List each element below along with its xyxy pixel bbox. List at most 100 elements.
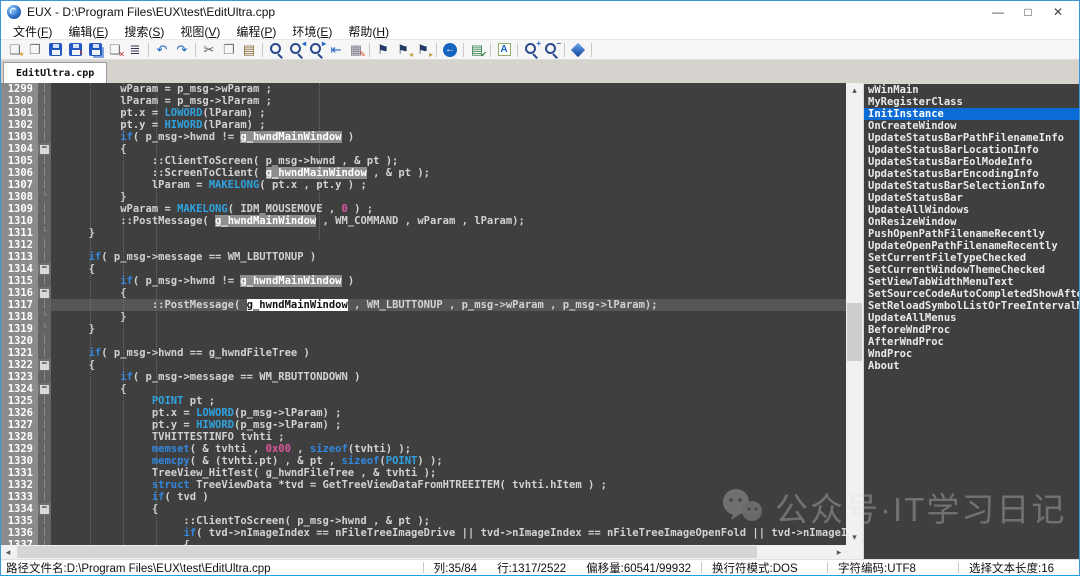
- code-text[interactable]: {: [51, 287, 846, 299]
- code-text[interactable]: wParam = MAKELONG( IDM_MOUSEMOVE , 0 ) ;: [51, 203, 846, 215]
- menu-item-env[interactable]: 环境(E): [284, 23, 340, 40]
- code-line[interactable]: 1304− {: [1, 143, 846, 155]
- scroll-up-arrow-icon[interactable]: ▴: [846, 83, 863, 98]
- find-next-button[interactable]: ▸: [306, 41, 326, 59]
- function-list-item[interactable]: UpdateStatusBarLocationInfo: [864, 144, 1079, 156]
- code-line[interactable]: 1331│ TreeView_HitTest( g_hwndFileTree ,…: [1, 467, 846, 479]
- menu-item-help[interactable]: 帮助(H): [340, 23, 397, 40]
- horizontal-scroll-thumb[interactable]: [17, 546, 757, 558]
- vertical-scroll-track[interactable]: [846, 98, 863, 530]
- copy-button[interactable]: ❐: [219, 41, 239, 59]
- code-text[interactable]: ::ClientToScreen( p_msg->hwnd , & pt );: [51, 155, 846, 167]
- code-line[interactable]: 1306│ ::ScreenToClient( g_hwndMainWindow…: [1, 167, 846, 179]
- save-all-button[interactable]: [85, 41, 105, 59]
- code-line[interactable]: 1314− {: [1, 263, 846, 275]
- menu-item-edit[interactable]: 编辑(E): [60, 23, 116, 40]
- code-text[interactable]: wParam = p_msg->wParam ;: [51, 83, 846, 95]
- code-line[interactable]: 1334− {: [1, 503, 846, 515]
- fold-marker[interactable]: −: [38, 263, 51, 275]
- zoom-out-button[interactable]: −: [541, 41, 561, 59]
- code-text[interactable]: TreeView_HitTest( g_hwndFileTree , & tvh…: [51, 467, 846, 479]
- code-line[interactable]: 1332│ struct TreeViewData *tvd = GetTree…: [1, 479, 846, 491]
- function-list-item[interactable]: UpdateStatusBarEncodingInfo: [864, 168, 1079, 180]
- function-list-item[interactable]: UpdateStatusBarEolModeInfo: [864, 156, 1079, 168]
- function-list-item[interactable]: SetReloadSymbolListOrTreeIntervalMenu: [864, 300, 1079, 312]
- code-line[interactable]: 1309│ wParam = MAKELONG( IDM_MOUSEMOVE ,…: [1, 203, 846, 215]
- code-text[interactable]: TVHITTESTINFO tvhti ;: [51, 431, 846, 443]
- open-file-button[interactable]: ❐: [25, 41, 45, 59]
- menu-item-file[interactable]: 文件(F): [5, 23, 60, 40]
- code-line[interactable]: 1318└ }: [1, 311, 846, 323]
- code-line[interactable]: 1327│ pt.y = HIWORD(p_msg->lParam) ;: [1, 419, 846, 431]
- function-list-item[interactable]: wWinMain: [864, 84, 1079, 96]
- function-list-item[interactable]: UpdateOpenPathFilenameRecently: [864, 240, 1079, 252]
- code-text[interactable]: {: [51, 503, 846, 515]
- code-line[interactable]: 1330│ memcpy( & (tvhti.pt) , & pt , size…: [1, 455, 846, 467]
- vertical-scrollbar[interactable]: ▴ ▾: [846, 83, 863, 559]
- code-text[interactable]: }: [51, 191, 846, 203]
- code-line[interactable]: 1312│: [1, 239, 846, 251]
- code-line[interactable]: 1313│ if( p_msg->message == WM_LBUTTONUP…: [1, 251, 846, 263]
- code-line[interactable]: 1325│ POINT pt ;: [1, 395, 846, 407]
- function-list-item[interactable]: UpdateStatusBarPathFilenameInfo: [864, 132, 1079, 144]
- code-line[interactable]: 1315│ if( p_msg->hwnd != g_hwndMainWindo…: [1, 275, 846, 287]
- code-line[interactable]: 1305│ ::ClientToScreen( p_msg->hwnd , & …: [1, 155, 846, 167]
- code-text[interactable]: }: [51, 323, 846, 335]
- code-text[interactable]: pt.y = HIWORD(lParam) ;: [51, 119, 846, 131]
- menu-item-search[interactable]: 搜索(S): [116, 23, 172, 40]
- code-text[interactable]: if( p_msg->hwnd == g_hwndFileTree ): [51, 347, 846, 359]
- function-list-item[interactable]: UpdateStatusBarSelectionInfo: [864, 180, 1079, 192]
- next-bookmark-button[interactable]: ⚑▸: [413, 41, 433, 59]
- file-list-button[interactable]: ≣: [125, 41, 145, 59]
- about-button[interactable]: [568, 41, 588, 59]
- code-text[interactable]: }: [51, 227, 846, 239]
- function-list-item[interactable]: SetCurrentFileTypeChecked: [864, 252, 1079, 264]
- navigate-back-button[interactable]: [440, 41, 460, 59]
- code-line[interactable]: 1333│ if( tvd ): [1, 491, 846, 503]
- fold-marker[interactable]: −: [38, 143, 51, 155]
- code-text[interactable]: lParam = MAKELONG( pt.x , pt.y ) ;: [51, 179, 846, 191]
- zoom-in-button[interactable]: +: [521, 41, 541, 59]
- code-text[interactable]: pt.x = LOWORD(lParam) ;: [51, 107, 846, 119]
- minimize-button[interactable]: —: [983, 1, 1013, 23]
- code-text[interactable]: lParam = p_msg->lParam ;: [51, 95, 846, 107]
- save-as-button[interactable]: ✎: [65, 41, 85, 59]
- close-file-button[interactable]: ❏✕: [105, 41, 125, 59]
- scroll-left-arrow-icon[interactable]: ◂: [1, 547, 15, 558]
- code-line[interactable]: 1328│ TVHITTESTINFO tvhti ;: [1, 431, 846, 443]
- code-text[interactable]: memset( & tvhti , 0x00 , sizeof(tvhti) )…: [51, 443, 846, 455]
- code-text[interactable]: [51, 239, 846, 251]
- fold-marker[interactable]: −: [38, 287, 51, 299]
- code-line[interactable]: 1319└ }: [1, 323, 846, 335]
- function-list-item[interactable]: PushOpenPathFilenameRecently: [864, 228, 1079, 240]
- code-text[interactable]: ::ScreenToClient( g_hwndMainWindow , & p…: [51, 167, 846, 179]
- new-file-button[interactable]: ❏✦: [5, 41, 25, 59]
- goto-line-button[interactable]: ⇤: [326, 41, 346, 59]
- close-button[interactable]: ✕: [1043, 1, 1073, 23]
- function-list-item[interactable]: OnCreateWindow: [864, 120, 1079, 132]
- code-line[interactable]: 1320│: [1, 335, 846, 347]
- vertical-scroll-thumb[interactable]: [847, 303, 862, 361]
- code-text[interactable]: {: [51, 263, 846, 275]
- code-text[interactable]: {: [51, 359, 846, 371]
- code-text[interactable]: if( p_msg->hwnd != g_hwndMainWindow ): [51, 131, 846, 143]
- function-list-item[interactable]: InitInstance: [864, 108, 1079, 120]
- code-line[interactable]: 1316− {: [1, 287, 846, 299]
- code-line[interactable]: 1300│ lParam = p_msg->lParam ;: [1, 95, 846, 107]
- fold-marker[interactable]: −: [38, 503, 51, 515]
- code-line[interactable]: 1308└ }: [1, 191, 846, 203]
- code-text[interactable]: [51, 335, 846, 347]
- cut-button[interactable]: ✂: [199, 41, 219, 59]
- code-text[interactable]: {: [51, 143, 846, 155]
- code-text[interactable]: struct TreeViewData *tvd = GetTreeViewDa…: [51, 479, 846, 491]
- code-text[interactable]: pt.x = LOWORD(p_msg->lParam) ;: [51, 407, 846, 419]
- code-line[interactable]: 1321│ if( p_msg->hwnd == g_hwndFileTree …: [1, 347, 846, 359]
- menu-item-program[interactable]: 编程(P): [228, 23, 284, 40]
- function-list-item[interactable]: WndProc: [864, 348, 1079, 360]
- code-text[interactable]: {: [51, 383, 846, 395]
- code-text[interactable]: ::PostMessage( g_hwndMainWindow , WM_COM…: [51, 215, 846, 227]
- code-line[interactable]: 1302│ pt.y = HIWORD(lParam) ;: [1, 119, 846, 131]
- function-list-item[interactable]: MyRegisterClass: [864, 96, 1079, 108]
- code-text[interactable]: if( tvd->nImageIndex == nFileTreeImageDr…: [51, 527, 846, 539]
- function-list-item[interactable]: UpdateAllWindows: [864, 204, 1079, 216]
